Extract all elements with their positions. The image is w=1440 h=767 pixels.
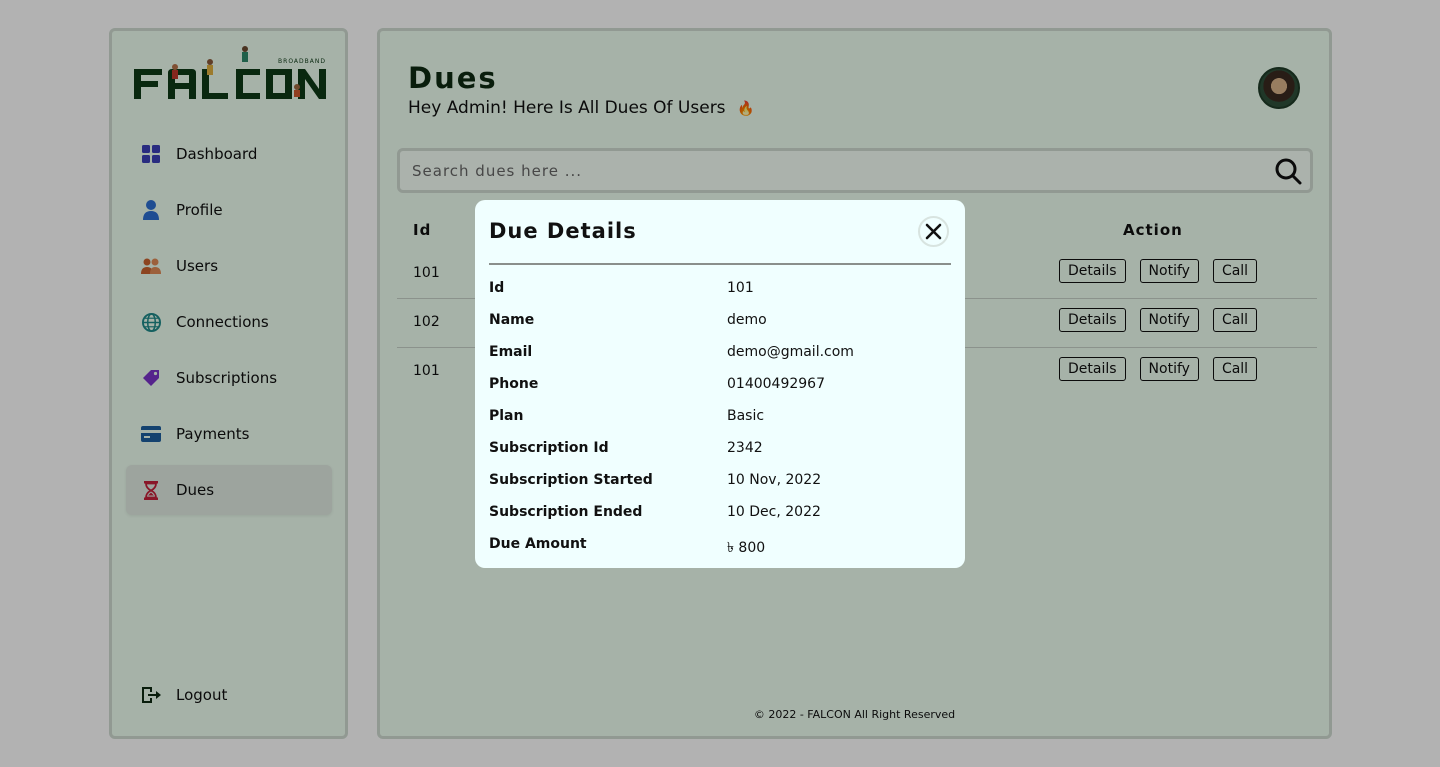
detail-value: 2342 [727,440,763,456]
detail-value: demo@gmail.com [727,344,854,360]
detail-label: Subscription Id [489,440,609,456]
detail-row-subscription-id: Subscription Id 2342 [489,440,951,472]
detail-value: Basic [727,408,765,424]
detail-value: 101 [727,280,754,296]
detail-value: ৳ 800 [727,540,766,556]
detail-row-due-amount: Due Amount ৳ 800 [489,536,951,568]
detail-value: 10 Nov, 2022 [727,472,822,488]
close-button[interactable] [918,216,949,247]
detail-value: demo [727,312,767,328]
detail-value: 10 Dec, 2022 [727,504,821,520]
detail-row-phone: Phone 01400492967 [489,376,951,408]
detail-row-subscription-ended: Subscription Ended 10 Dec, 2022 [489,504,951,536]
detail-label: Plan [489,408,524,424]
detail-label: Due Amount [489,536,587,552]
close-icon [925,223,942,240]
detail-label: Email [489,344,533,360]
detail-label: Id [489,280,505,296]
detail-row-plan: Plan Basic [489,408,951,440]
detail-label: Phone [489,376,539,392]
detail-label: Name [489,312,535,328]
detail-label: Subscription Ended [489,504,643,520]
detail-value: 01400492967 [727,376,825,392]
detail-label: Subscription Started [489,472,653,488]
detail-row-name: Name demo [489,312,951,344]
due-details-modal: Due Details Id 101 Name demo Email demo@… [475,200,965,568]
modal-title: Due Details [489,219,637,243]
modal-divider [489,263,951,265]
detail-row-id: Id 101 [489,280,951,312]
detail-row-email: Email demo@gmail.com [489,344,951,376]
detail-row-subscription-started: Subscription Started 10 Nov, 2022 [489,472,951,504]
